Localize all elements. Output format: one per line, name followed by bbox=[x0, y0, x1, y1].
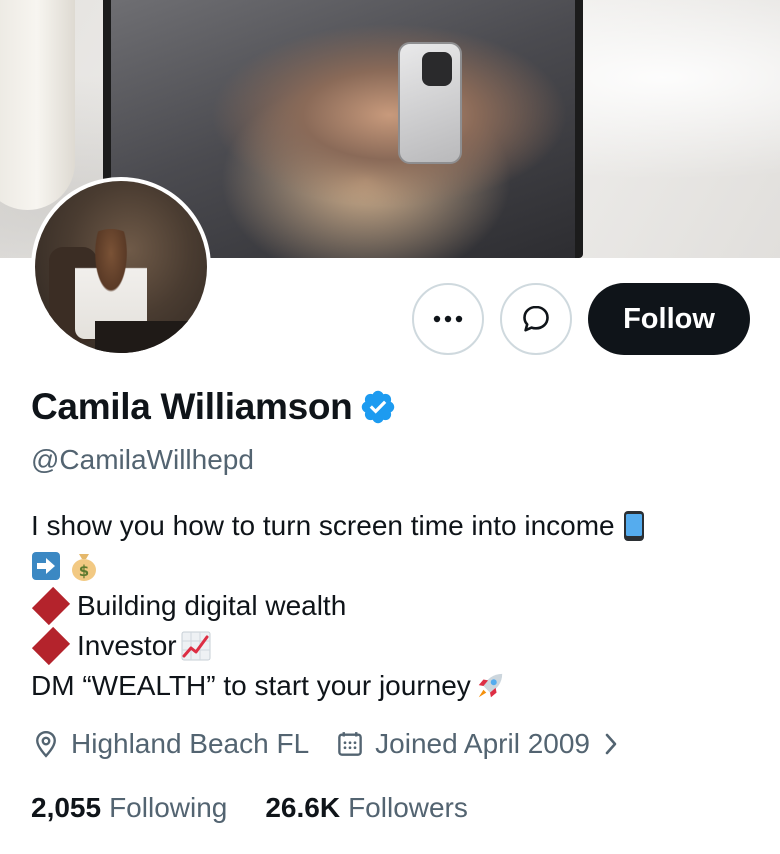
more-horizontal-icon bbox=[433, 315, 463, 323]
mobile-phone-icon bbox=[619, 511, 649, 541]
following-link[interactable]: 2,055 Following bbox=[31, 792, 227, 824]
bio-line: I show you how to turn screen time into … bbox=[31, 506, 751, 546]
display-name: Camila Williamson bbox=[31, 386, 353, 427]
handle: @CamilaWillhepd bbox=[31, 444, 254, 475]
chevron-right-icon bbox=[605, 733, 617, 755]
banner-lamp bbox=[0, 0, 75, 210]
chart-increasing-icon bbox=[181, 631, 211, 661]
message-bubble-icon bbox=[523, 305, 549, 332]
location: Highland Beach FL bbox=[31, 728, 309, 760]
profile-actions: Follow bbox=[412, 283, 750, 355]
right-arrow-icon bbox=[31, 551, 61, 581]
avatar-photo bbox=[35, 181, 207, 353]
verified-badge-icon[interactable] bbox=[359, 388, 397, 426]
red-diamond-icon bbox=[31, 586, 71, 626]
location-pin-icon bbox=[36, 730, 56, 758]
bio-line: Investor bbox=[31, 626, 751, 666]
name-row: Camila Williamson bbox=[31, 386, 397, 428]
profile-meta: Highland Beach FL Joined April 2009 bbox=[31, 728, 648, 760]
bio-text: DM “WEALTH” to start your journey bbox=[31, 670, 471, 701]
joined-text: Joined April 2009 bbox=[375, 728, 590, 759]
svg-text:$: $ bbox=[79, 562, 89, 580]
rocket-icon bbox=[475, 671, 505, 701]
followers-label: Followers bbox=[348, 792, 468, 823]
followers-count: 26.6K bbox=[265, 792, 341, 823]
bio-text: Investor bbox=[77, 630, 177, 661]
bio-line: DM “WEALTH” to start your journey bbox=[31, 666, 751, 706]
bio-text: I show you how to turn screen time into … bbox=[31, 510, 615, 541]
following-count: 2,055 bbox=[31, 792, 102, 823]
follow-counts: 2,055 Following 26.6K Followers bbox=[31, 792, 506, 824]
red-diamond-icon bbox=[31, 626, 71, 666]
avatar-desk bbox=[95, 321, 207, 353]
joined-date[interactable]: Joined April 2009 bbox=[335, 728, 622, 760]
bio-text: Building digital wealth bbox=[77, 590, 347, 621]
avatar[interactable] bbox=[31, 177, 211, 357]
money-bag-icon: $ bbox=[69, 551, 99, 581]
location-text: Highland Beach FL bbox=[71, 728, 310, 759]
message-button[interactable] bbox=[500, 283, 572, 355]
followers-link[interactable]: 26.6K Followers bbox=[265, 792, 468, 824]
more-button[interactable] bbox=[412, 283, 484, 355]
bio-line: Building digital wealth bbox=[31, 586, 751, 626]
bio-line: $ bbox=[31, 546, 751, 586]
follow-button[interactable]: Follow bbox=[588, 283, 750, 355]
calendar-icon bbox=[338, 732, 362, 756]
following-label: Following bbox=[109, 792, 228, 823]
banner-phone bbox=[398, 42, 462, 164]
bio: I show you how to turn screen time into … bbox=[31, 506, 751, 706]
